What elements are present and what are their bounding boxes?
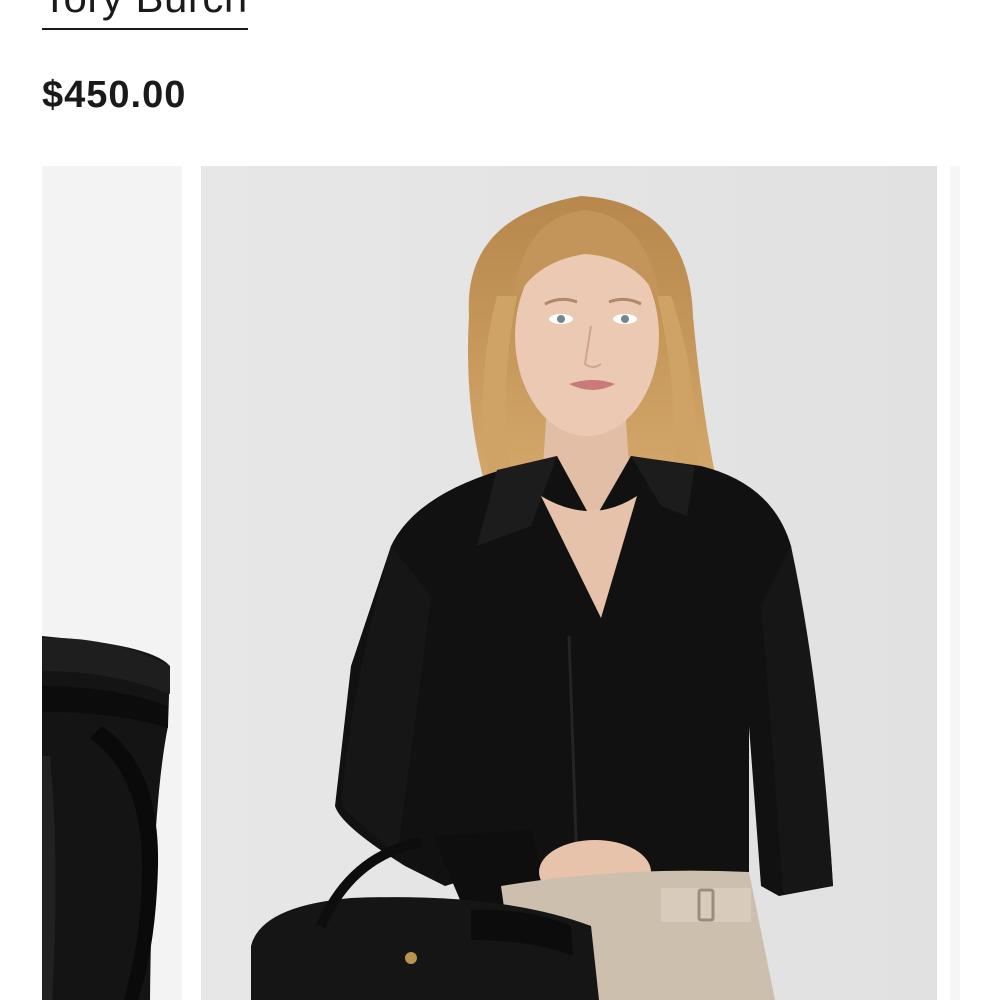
product-image-gallery[interactable] [42,166,960,1000]
product-page: Tory Burch $450.00 [0,0,1000,1000]
gallery-slide-previous[interactable] [42,166,182,1000]
gallery-slide-current[interactable] [201,166,937,1000]
brand-link[interactable]: Tory Burch [42,0,248,30]
product-price: $450.00 [42,74,187,116]
tote-bag-image [42,166,182,1000]
model-photo [201,166,937,1000]
gallery-slide-next[interactable] [950,166,960,1000]
